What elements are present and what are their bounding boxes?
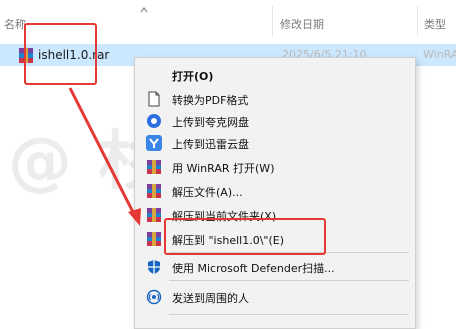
- context-menu: 打开(O) 转换为PDF格式 上传到夸克网盘 上传到迅雷云盘 用 WinRAR …: [134, 57, 416, 329]
- annotation-box-file: [24, 23, 97, 85]
- defender-shield-icon: [148, 260, 160, 274]
- winrar-icon: [147, 232, 161, 246]
- winrar-icon: [147, 160, 161, 174]
- winrar-icon: [147, 208, 161, 222]
- menu-item-upload-quark[interactable]: 上传到夸克网盘: [135, 110, 415, 132]
- winrar-icon: [147, 184, 161, 198]
- column-header-date[interactable]: 修改日期: [280, 16, 324, 32]
- menu-item-label: 打开(O): [172, 70, 214, 83]
- menu-item-label: 上传到夸克网盘: [172, 116, 249, 129]
- column-divider[interactable]: [417, 6, 418, 36]
- menu-item-defender-scan[interactable]: 使用 Microsoft Defender扫描...: [135, 256, 415, 278]
- menu-item-label: 用 WinRAR 打开(W): [172, 162, 275, 175]
- menu-item-convert-pdf[interactable]: 转换为PDF格式: [135, 88, 415, 110]
- menu-item-nearby-share[interactable]: 发送到周围的人: [135, 286, 415, 308]
- menu-item-label: 发送到周围的人: [172, 292, 249, 305]
- document-icon: [148, 91, 160, 107]
- nearby-share-icon: [146, 289, 162, 305]
- menu-item-upload-thunder[interactable]: 上传到迅雷云盘: [135, 132, 415, 154]
- sort-up-icon: [140, 7, 148, 13]
- thunder-icon: [146, 135, 162, 151]
- menu-item-label: 解压文件(A)...: [172, 186, 243, 199]
- column-header-name[interactable]: 名称: [4, 16, 26, 32]
- annotation-box-extract: [164, 218, 326, 255]
- menu-item-label: 上传到迅雷云盘: [172, 138, 249, 151]
- column-divider[interactable]: [272, 6, 273, 36]
- file-type: WinRAR: [423, 48, 456, 61]
- menu-separator: [169, 280, 409, 281]
- menu-item-label: 使用 Microsoft Defender扫描...: [172, 262, 335, 275]
- menu-item-label: 转换为PDF格式: [172, 94, 249, 107]
- quark-icon: [147, 114, 161, 128]
- menu-item-open-winrar[interactable]: 用 WinRAR 打开(W): [135, 156, 415, 178]
- column-header-type[interactable]: 类型: [424, 16, 446, 32]
- menu-separator: [169, 314, 409, 315]
- menu-item-extract-files[interactable]: 解压文件(A)...: [135, 180, 415, 202]
- menu-item-open[interactable]: 打开(O): [135, 64, 415, 86]
